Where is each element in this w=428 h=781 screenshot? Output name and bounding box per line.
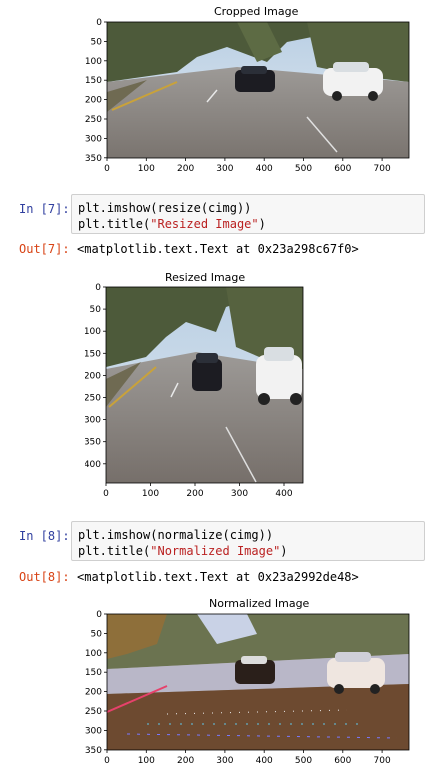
- y-tick-label: 350: [85, 154, 102, 164]
- cropped-image: [107, 22, 409, 158]
- resized-image-plot: 0 100 200 300 400 0 50 100 150 200 250 300 350 400: [85, 283, 304, 499]
- code-line-8-1: plt.imshow(normalize(cimg)): [78, 528, 274, 542]
- output-text-8: <matplotlib.text.Text at 0x23a2992de48>: [77, 570, 359, 584]
- x-tick-label: 300: [216, 756, 233, 766]
- x-tick-label: 100: [138, 756, 155, 766]
- code-line-7-1: plt.imshow(resize(cimg)): [78, 201, 252, 215]
- output-text-7: <matplotlib.text.Text at 0x23a298c67f0>: [77, 242, 359, 256]
- x-tick-label: 0: [103, 489, 109, 499]
- y-tick-label: 300: [85, 134, 102, 144]
- x-tick-label: 300: [216, 164, 233, 174]
- normalized-image-plot: 0 100 200 300 400 500 600 700 0 50 100 150 200 250 300…: [85, 610, 410, 766]
- y-tick-label: 200: [85, 371, 101, 381]
- x-tick-label: 400: [256, 164, 273, 174]
- y-tick-label: 250: [85, 707, 102, 717]
- y-tick-label: 250: [85, 394, 101, 404]
- y-tick-label: 50: [91, 629, 103, 639]
- x-tick-label: 0: [104, 756, 110, 766]
- code-8-string: "Normalized Image": [150, 544, 281, 558]
- cropped-image-plot: 0 100 200 300 400 500 600 700 0 50 100 150 200 250 300…: [85, 18, 410, 174]
- y-tick-label: 150: [85, 76, 102, 86]
- x-tick-label: 100: [138, 164, 155, 174]
- code-cell-7[interactable]: plt.imshow(resize(cimg)) plt.title("Resi…: [71, 194, 425, 234]
- code-7-2-prefix: plt.title(: [78, 217, 151, 231]
- out-prompt-7: Out[7]:: [19, 242, 70, 256]
- y-tick-label: 400: [85, 460, 101, 470]
- y-tick-label: 100: [85, 327, 101, 337]
- y-tick-label: 200: [85, 96, 102, 106]
- y-tick-label: 50: [91, 37, 103, 47]
- x-tick-label: 400: [275, 489, 292, 499]
- in-prompt-8: In [8]:: [19, 529, 70, 543]
- code-line-7-2: plt.title("Resized Image"): [78, 216, 418, 232]
- y-tick-label: 250: [85, 115, 102, 125]
- x-tick-label: 500: [295, 756, 312, 766]
- out-prompt-8: Out[8]:: [19, 570, 70, 584]
- x-tick-label: 700: [374, 164, 391, 174]
- y-tick-label: 100: [85, 57, 102, 67]
- x-tick-label: 700: [374, 756, 391, 766]
- x-tick-label: 100: [142, 489, 159, 499]
- x-tick-label: 600: [334, 164, 351, 174]
- code-cell-8[interactable]: plt.imshow(normalize(cimg)) plt.title("N…: [71, 521, 425, 561]
- x-tick-label: 200: [177, 756, 194, 766]
- resized-image: [106, 287, 303, 483]
- x-tick-label: 600: [334, 756, 351, 766]
- x-tick-label: 400: [256, 756, 273, 766]
- y-tick-label: 100: [85, 649, 102, 659]
- y-tick-label: 300: [85, 726, 102, 736]
- code-7-2-suffix: ): [258, 217, 266, 231]
- plot-title-cropped: Cropped Image: [214, 5, 299, 18]
- x-tick-label: 0: [104, 164, 110, 174]
- x-tick-label: 500: [295, 164, 312, 174]
- y-tick-label: 50: [90, 305, 102, 315]
- code-8-2-suffix: ): [280, 544, 288, 558]
- code-line-8-2: plt.title("Normalized Image"): [78, 543, 418, 559]
- in-prompt-7: In [7]:: [19, 202, 70, 216]
- y-tick-label: 0: [96, 18, 102, 28]
- y-tick-label: 300: [85, 416, 101, 426]
- normalized-image: [106, 614, 409, 750]
- y-tick-label: 0: [95, 283, 101, 293]
- code-7-string: "Resized Image": [150, 217, 259, 231]
- y-tick-label: 150: [85, 668, 102, 678]
- x-tick-label: 300: [231, 489, 248, 499]
- x-tick-label: 200: [177, 164, 194, 174]
- x-tick-label: 200: [186, 489, 203, 499]
- code-8-2-prefix: plt.title(: [78, 544, 151, 558]
- y-tick-label: 0: [96, 610, 102, 620]
- y-tick-label: 150: [85, 349, 101, 359]
- y-tick-label: 350: [85, 438, 101, 448]
- y-tick-label: 350: [85, 746, 102, 756]
- y-tick-label: 200: [85, 688, 102, 698]
